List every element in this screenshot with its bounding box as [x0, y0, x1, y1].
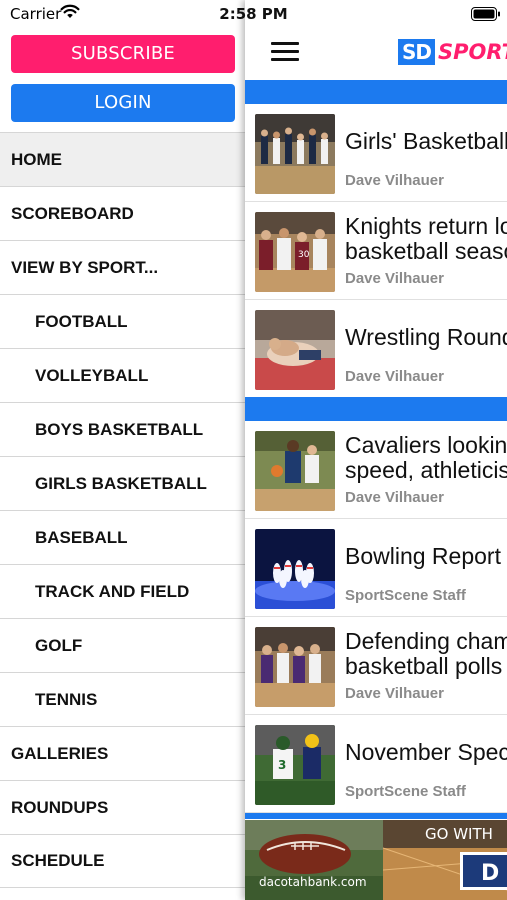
- article-author: Dave Vilhauer: [345, 270, 444, 287]
- menu-item-view-by-sport[interactable]: VIEW BY SPORT...: [0, 240, 245, 294]
- article-author: SportScene Staff: [345, 587, 466, 604]
- menu-item-volleyball[interactable]: VOLLEYBALL: [0, 348, 245, 402]
- menu-item-schedule[interactable]: SCHEDULE: [0, 834, 245, 888]
- article-title[interactable]: Wrestling Roundu: [345, 325, 507, 350]
- svg-text:3: 3: [278, 758, 286, 772]
- article-title[interactable]: Cavaliers looking speed, athleticisr: [345, 433, 507, 483]
- menu-item-tennis[interactable]: TENNIS: [0, 672, 245, 726]
- article-title[interactable]: Defending champ basketball polls: [345, 629, 507, 679]
- article-thumbnail: [255, 310, 335, 390]
- logo-sport: SPORT: [438, 40, 507, 64]
- article-item[interactable]: Girls' Basketball I Dave Vilhauer: [245, 104, 507, 202]
- article-thumbnail: [255, 431, 335, 511]
- article-thumbnail: 3: [255, 725, 335, 805]
- article-item[interactable]: Bowling Report SportScene Staff: [245, 519, 507, 617]
- article-author: Dave Vilhauer: [345, 489, 444, 506]
- section-header-bar: [245, 813, 507, 819]
- article-author: Dave Vilhauer: [345, 368, 444, 385]
- hamburger-menu-icon[interactable]: [271, 42, 299, 62]
- article-item[interactable]: Cavaliers looking speed, athleticisr Dav…: [245, 421, 507, 519]
- article-title[interactable]: Girls' Basketball I: [345, 129, 507, 154]
- article-thumbnail: [255, 114, 335, 194]
- menu-item-baseball[interactable]: BASEBALL: [0, 510, 245, 564]
- battery-icon: [471, 7, 500, 21]
- article-item[interactable]: 3 November Specia SportScene Staff: [245, 715, 507, 813]
- subscribe-button[interactable]: SUBSCRIBE: [11, 35, 235, 73]
- side-menu: SUBSCRIBE LOGIN HOME SCOREBOARD VIEW BY …: [0, 0, 245, 900]
- ad-logo: D: [481, 861, 499, 886]
- article-author: Dave Vilhauer: [345, 685, 444, 702]
- article-author: Dave Vilhauer: [345, 172, 444, 189]
- status-bar: Carrier 2:58 PM: [0, 0, 507, 28]
- menu-item-girls-basketball[interactable]: GIRLS BASKETBALL: [0, 456, 245, 510]
- menu-item-galleries[interactable]: GALLERIES: [0, 726, 245, 780]
- menu-item-scoreboard[interactable]: SCOREBOARD: [0, 186, 245, 240]
- article-title[interactable]: November Specia: [345, 740, 507, 765]
- section-header-bar: [245, 80, 507, 104]
- section-header-bar: [245, 397, 507, 421]
- login-button[interactable]: LOGIN: [11, 84, 235, 122]
- main-panel: SD SPORT Girls' Basketball I Dave Vilhau…: [245, 0, 507, 900]
- article-item[interactable]: Wrestling Roundu Dave Vilhauer: [245, 300, 507, 398]
- article-item[interactable]: 30 Knights return loa basketball seaso D…: [245, 202, 507, 300]
- article-author: SportScene Staff: [345, 783, 466, 800]
- menu-item-home[interactable]: HOME: [0, 132, 245, 186]
- article-item[interactable]: Defending champ basketball polls Dave Vi…: [245, 617, 507, 715]
- status-time: 2:58 PM: [219, 5, 288, 23]
- ad-url: dacotahbank.com: [259, 875, 367, 889]
- article-thumbnail: [255, 627, 335, 707]
- advertisement-banner[interactable]: dacotahbank.com GO WITH D: [245, 820, 507, 900]
- article-title[interactable]: Knights return loa basketball seaso: [345, 214, 507, 264]
- nav-bar: SD SPORT: [245, 28, 507, 78]
- menu-item-boys-basketball[interactable]: BOYS BASKETBALL: [0, 402, 245, 456]
- site-logo[interactable]: SD SPORT: [398, 38, 507, 66]
- svg-text:30: 30: [298, 250, 310, 260]
- article-title[interactable]: Bowling Report: [345, 544, 507, 569]
- ad-tagline: GO WITH: [425, 825, 493, 843]
- menu-item-golf[interactable]: GOLF: [0, 618, 245, 672]
- menu-list: HOME SCOREBOARD VIEW BY SPORT... FOOTBAL…: [0, 132, 245, 888]
- logo-sd: SD: [398, 39, 436, 65]
- menu-item-football[interactable]: FOOTBALL: [0, 294, 245, 348]
- article-thumbnail: [255, 529, 335, 609]
- article-thumbnail: 30: [255, 212, 335, 292]
- menu-item-roundups[interactable]: ROUNDUPS: [0, 780, 245, 834]
- menu-item-track-and-field[interactable]: TRACK AND FIELD: [0, 564, 245, 618]
